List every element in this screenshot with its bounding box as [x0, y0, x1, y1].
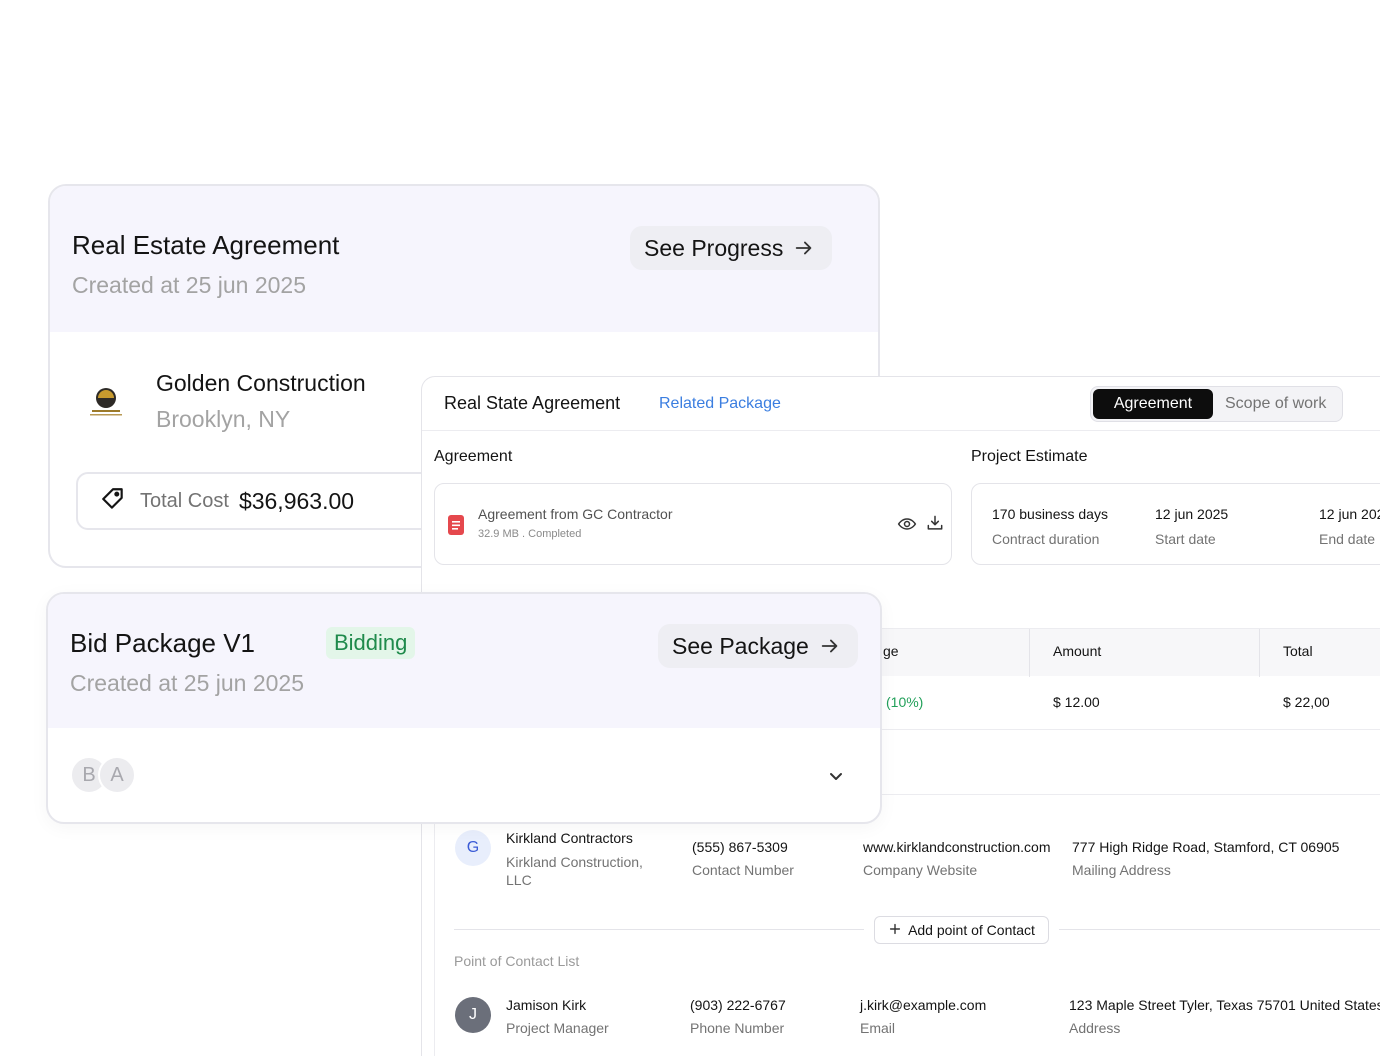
tab-agreement[interactable]: Agreement: [1093, 389, 1213, 419]
estimate-duration: 170 business days Contract duration: [992, 506, 1108, 547]
contractor-website-value[interactable]: www.kirklandconstruction.com: [863, 839, 1051, 855]
document-icon: [447, 514, 465, 536]
table-header-cell: Total: [1283, 643, 1313, 659]
total-cost-label: Total Cost: [140, 489, 229, 512]
contractor-company: Kirkland Construction, LLC: [506, 854, 643, 888]
divider-left: [454, 929, 864, 930]
plus-icon: [888, 922, 902, 939]
add-point-of-contact-label: Add point of Contact: [908, 922, 1035, 938]
contact-role: Project Manager: [506, 1020, 609, 1036]
estimate-end-value: 12 jun 2025: [1319, 506, 1380, 522]
contact-email: j.kirk@example.com Email: [860, 997, 986, 1036]
agreement-section-label: Agreement: [434, 448, 513, 465]
column-divider: [1259, 629, 1260, 677]
contact-phone-label: Phone Number: [690, 1020, 785, 1036]
status-badge: Bidding: [326, 627, 416, 659]
panel-title: Real State Agreement: [444, 393, 621, 413]
bid-package-header: Bid Package V1 Bidding Created at 25 jun…: [48, 594, 880, 728]
estimate-end: 12 jun 2025 End date: [1319, 506, 1380, 547]
bidder-avatars: B A: [70, 756, 136, 794]
contractor-name: Kirkland Contractors: [506, 830, 633, 846]
contractor-address: 777 High Ridge Road, Stamford, CT 06905 …: [1072, 839, 1339, 878]
estimate-start-value: 12 jun 2025: [1155, 506, 1229, 522]
contact-name: Jamison Kirk: [506, 997, 587, 1013]
tab-scope-of-work[interactable]: Scope of work: [1213, 395, 1326, 413]
estimate-section-label: Project Estimate: [971, 448, 1088, 465]
estimate-start: 12 jun 2025 Start date: [1155, 506, 1228, 547]
company-logo: [80, 376, 132, 428]
divider-right: [1059, 929, 1380, 930]
table-cell-amount: $ 12.00: [1053, 694, 1100, 710]
contractor-website: www.kirklandconstruction.com Company Web…: [863, 839, 1051, 878]
total-cost-value: $36,963.00: [238, 487, 355, 514]
contact-address: 123 Maple Street Tyler, Texas 75701 Unit…: [1069, 997, 1380, 1036]
contractor-phone-label: Contact Number: [692, 862, 794, 878]
table-header-cell: Amount: [1053, 643, 1102, 659]
real-estate-created: Created at 25 jun 2025: [72, 272, 307, 298]
chevron-down-icon[interactable]: [826, 766, 846, 786]
table-cell-percentage: (10%): [886, 694, 924, 710]
contact-info: Jamison Kirk Project Manager: [506, 997, 609, 1036]
contact-address-label: Address: [1069, 1020, 1121, 1036]
section-border: [434, 794, 435, 1056]
view-toggle: Agreement Scope of work: [1090, 386, 1343, 422]
see-package-button[interactable]: See Package: [658, 624, 858, 668]
column-divider: [1029, 629, 1030, 677]
real-estate-card-header: Real Estate Agreement Created at 25 jun …: [50, 186, 878, 332]
arrow-right-icon: [793, 237, 815, 259]
contractor-phone-value: (555) 867-5309: [692, 839, 788, 855]
contact-phone-value: (903) 222-6767: [690, 997, 786, 1013]
contractor-phone: (555) 867-5309 Contact Number: [692, 839, 794, 878]
contact-email-value[interactable]: j.kirk@example.com: [860, 997, 986, 1013]
estimate-end-label: End date: [1319, 531, 1376, 547]
contractor-info: Kirkland Contractors Kirkland Constructi…: [506, 830, 666, 889]
contractor-address-value: 777 High Ridge Road, Stamford, CT 06905: [1072, 839, 1340, 855]
estimate-duration-value: 170 business days: [992, 506, 1108, 522]
bid-package-card: Bid Package V1 Bidding Created at 25 jun…: [46, 592, 882, 824]
avatar: A: [98, 756, 136, 794]
related-package-link[interactable]: Related Package: [659, 395, 781, 413]
bid-package-title: Bid Package V1: [70, 628, 256, 658]
contact-phone: (903) 222-6767 Phone Number: [690, 997, 786, 1036]
poc-list-label: Point of Contact List: [454, 953, 580, 969]
table-cell-total: $ 22,00: [1283, 694, 1330, 710]
bid-package-created: Created at 25 jun 2025: [70, 670, 305, 696]
contractor-website-label: Company Website: [863, 862, 978, 878]
company-location: Brooklyn, NY: [156, 406, 291, 432]
contractor-address-label: Mailing Address: [1072, 862, 1171, 878]
contractor-avatar: G: [455, 830, 491, 866]
company-name: Golden Construction: [156, 370, 366, 396]
estimate-duration-label: Contract duration: [992, 531, 1100, 547]
contact-avatar: J: [455, 997, 491, 1033]
contact-address-value: 123 Maple Street Tyler, Texas 75701 Unit…: [1069, 997, 1380, 1013]
project-estimate-card: 170 business days Contract duration 12 j…: [971, 483, 1380, 565]
agreement-document[interactable]: Agreement from GC Contractor 32.9 MB . C…: [434, 483, 952, 565]
eye-icon[interactable]: [897, 514, 917, 534]
see-progress-button[interactable]: See Progress: [630, 226, 832, 270]
arrow-right-icon: [819, 635, 841, 657]
add-point-of-contact-button[interactable]: Add point of Contact: [874, 916, 1049, 944]
price-tag-icon: [100, 486, 126, 517]
contact-email-label: Email: [860, 1020, 896, 1036]
document-name: Agreement from GC Contractor: [478, 506, 673, 522]
real-estate-title: Real Estate Agreement: [72, 230, 340, 260]
estimate-start-label: Start date: [1155, 531, 1216, 547]
document-meta: 32.9 MB . Completed: [478, 528, 582, 540]
table-header-cell: ge: [883, 643, 899, 659]
see-progress-label: See Progress: [644, 234, 784, 261]
agreement-panel-header: Real State Agreement Related Package Agr…: [422, 377, 1380, 431]
see-package-label: See Package: [672, 632, 809, 659]
download-icon[interactable]: [925, 513, 945, 533]
